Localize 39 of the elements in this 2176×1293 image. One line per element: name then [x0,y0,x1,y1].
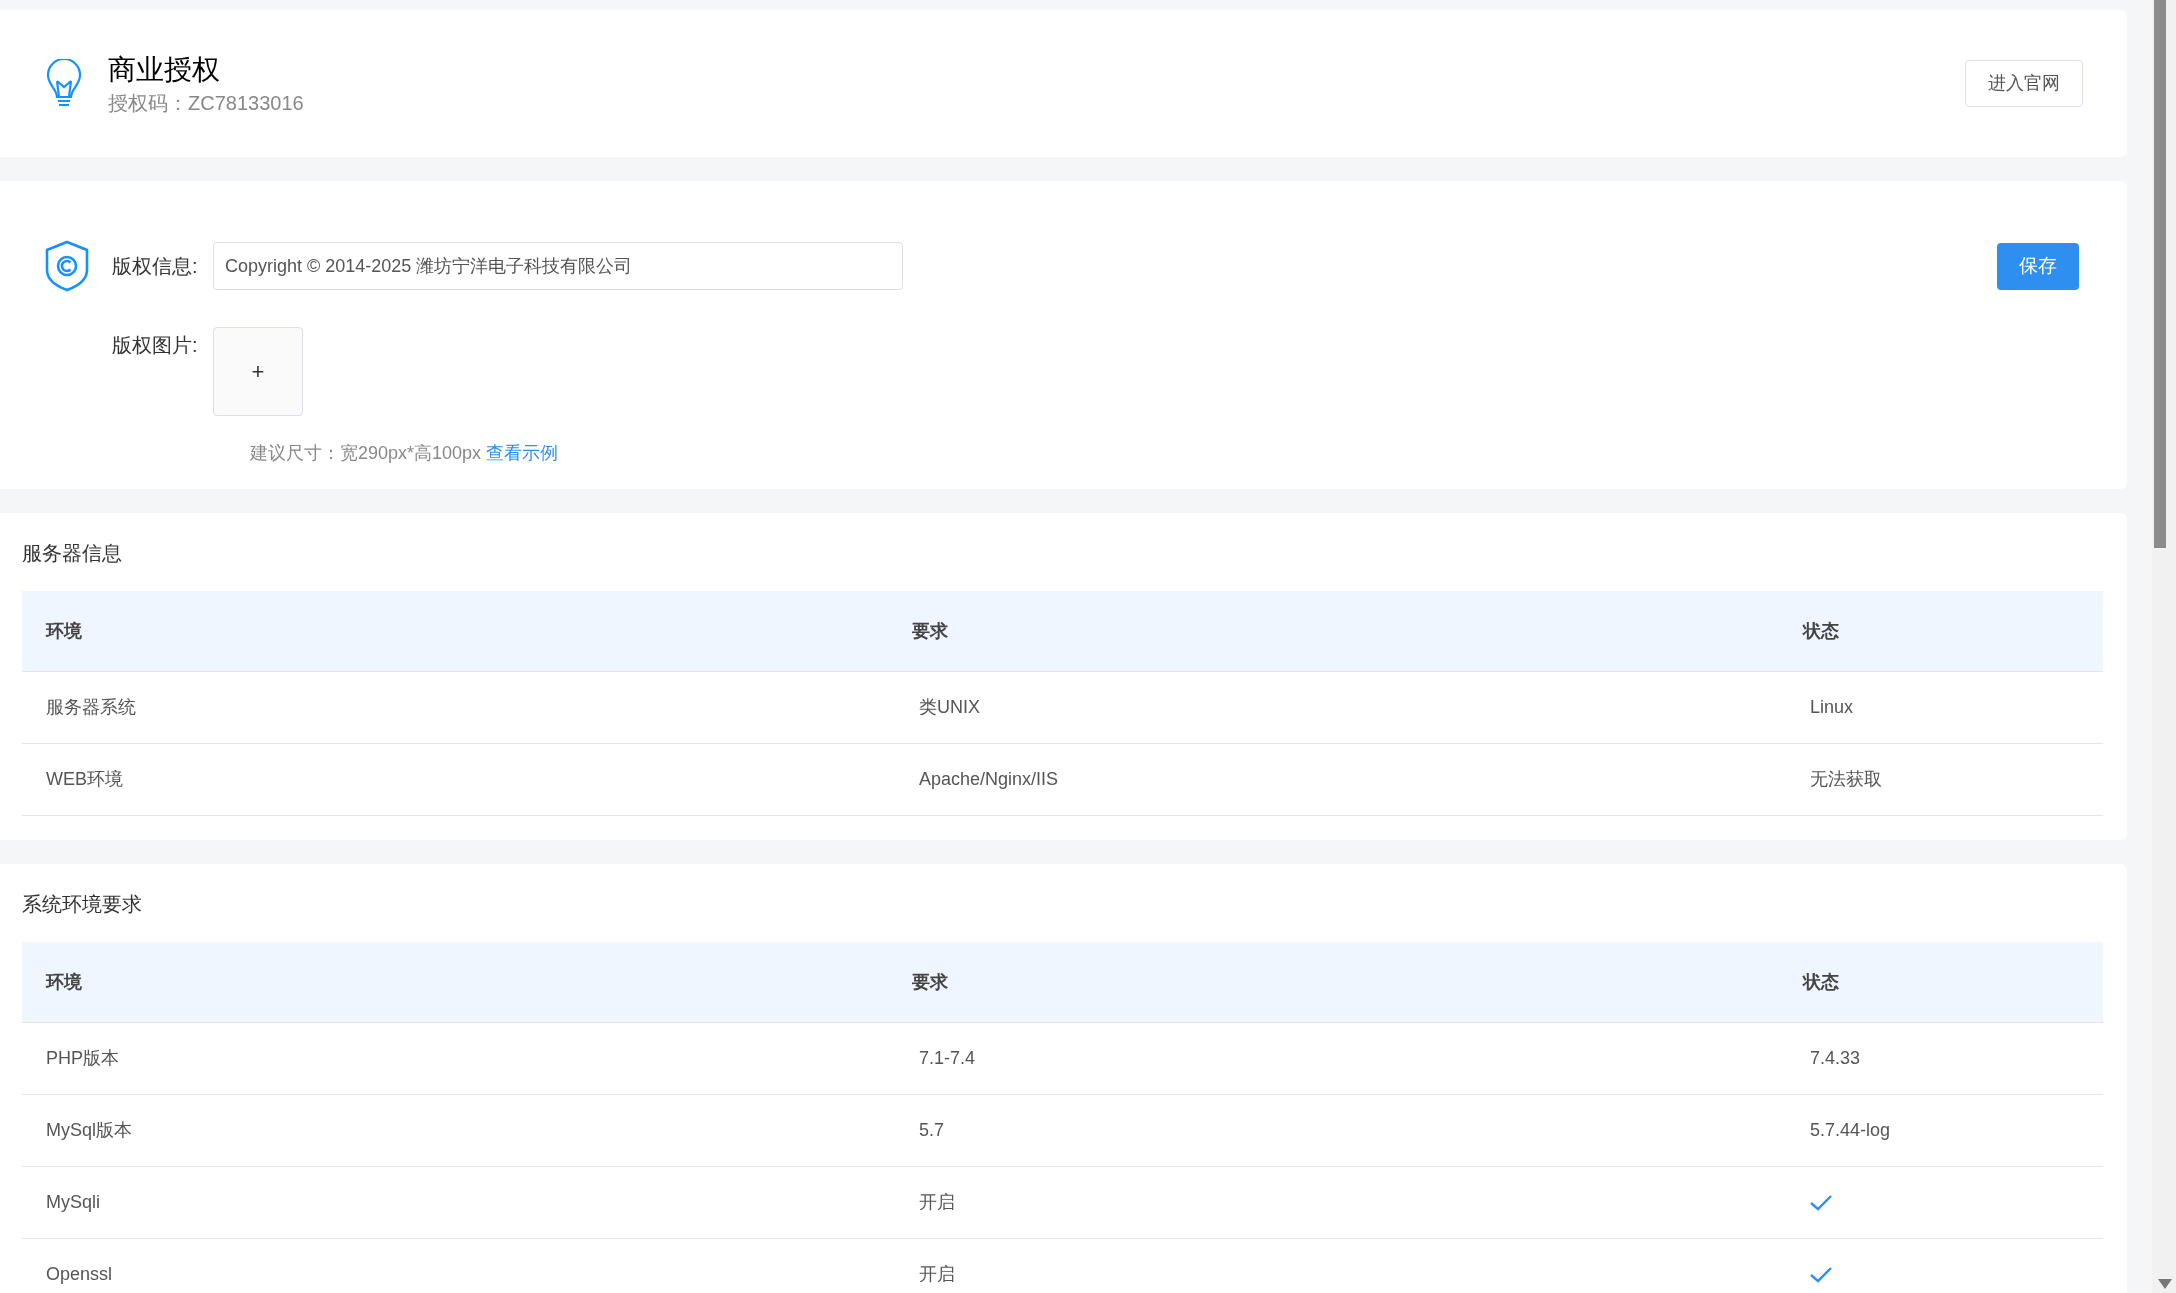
shield-copyright-icon [44,240,90,292]
checkmark-icon [1810,1194,1832,1211]
table-cell: WEB环境 [46,769,123,789]
table-cell: 开启 [919,1192,955,1212]
scrollbar[interactable] [2152,0,2176,1293]
copyright-input-field[interactable]: Copyright © 2014-2025 潍坊宁洋电子科技有限公司 [213,242,903,290]
table-cell: 无法获取 [1810,769,1882,789]
license-code: 授权码：ZC78133016 [108,90,304,116]
table-cell: MySqli [46,1192,100,1212]
lightbulb-icon [44,58,84,109]
section-title: 系统环境要求 [22,892,143,917]
table-cell: 5.7.44-log [1810,1120,1891,1140]
copyright-info-label: 版权信息: [112,254,199,279]
table-cell: 5.7 [919,1120,945,1140]
table-cell: Openssl [46,1264,113,1284]
checkmark-icon [1810,1266,1832,1283]
column-header: 要求 [912,970,949,994]
column-header: 环境 [44,970,83,994]
column-header: 要求 [912,619,949,643]
table-cell: 7.1-7.4 [919,1048,976,1068]
scroll-down-arrow-icon[interactable] [2158,1279,2172,1289]
table-cell: 服务器系统 [46,697,136,717]
image-upload-button[interactable]: + [213,327,303,416]
column-header: 状态 [1803,970,1840,994]
table-cell: 类UNIX [919,697,980,717]
official-site-button[interactable]: 进入官网 [1965,60,2083,107]
column-header: 状态 [1803,619,1840,643]
table-cell: PHP版本 [46,1048,119,1068]
table-cell: MySql版本 [46,1120,132,1140]
copyright-image-label: 版权图片: [112,333,199,358]
table-cell: Linux [1810,697,1854,717]
license-title: 商业授权 [108,52,221,87]
table-cell: Apache/Nginx/IIS [919,769,1059,789]
scrollbar-thumb[interactable] [2154,0,2166,548]
column-header: 环境 [44,619,83,643]
section-title: 服务器信息 [22,541,123,566]
table-cell: 开启 [919,1264,955,1284]
table-cell: 7.4.33 [1810,1048,1861,1068]
size-hint: 建议尺寸：宽290px*高100px [250,442,482,465]
